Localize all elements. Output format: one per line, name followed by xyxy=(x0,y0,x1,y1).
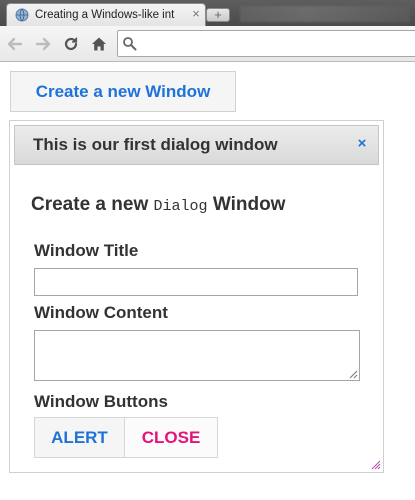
blurred-tab-area xyxy=(240,6,410,22)
browser-toolbar xyxy=(0,26,415,62)
window-content-textarea[interactable] xyxy=(34,330,360,381)
search-icon xyxy=(123,37,137,51)
window-content-label: Window Content xyxy=(34,303,168,322)
tab-close-icon[interactable]: × xyxy=(189,7,203,21)
alert-button[interactable]: ALERT xyxy=(35,418,125,457)
dialog-titlebar[interactable]: This is our first dialog window × xyxy=(14,125,379,165)
resize-grip-icon[interactable] xyxy=(370,459,381,470)
browser-tabstrip: Creating a Windows-like int × + xyxy=(0,0,415,26)
window-title-input[interactable] xyxy=(34,268,358,296)
new-tab-icon: + xyxy=(214,7,222,22)
create-window-button[interactable]: Create a new Window xyxy=(10,71,236,112)
new-tab-button[interactable]: + xyxy=(206,7,230,22)
reload-icon[interactable] xyxy=(62,35,80,53)
arrow-left-icon[interactable] xyxy=(6,35,24,53)
dialog-title: This is our first dialog window xyxy=(33,135,278,154)
form-heading-code: Dialog xyxy=(153,198,208,215)
close-icon[interactable]: × xyxy=(355,136,369,151)
textarea-resize-icon[interactable] xyxy=(348,369,358,379)
window-buttons-group: ALERT CLOSE xyxy=(34,417,218,458)
close-button[interactable]: CLOSE xyxy=(125,418,217,457)
form-heading-suffix: Window xyxy=(212,194,286,215)
address-bar[interactable] xyxy=(117,30,415,57)
home-icon[interactable] xyxy=(90,35,108,53)
dialog-window: This is our first dialog window × Create… xyxy=(9,120,384,473)
globe-icon xyxy=(15,8,29,22)
form-heading-prefix: Create a new xyxy=(31,194,149,215)
window-buttons-label: Window Buttons xyxy=(34,392,168,411)
form-heading: Create a new Dialog Window xyxy=(31,193,285,217)
tab-title: Creating a Windows-like int xyxy=(35,9,175,21)
browser-tab[interactable]: Creating a Windows-like int × xyxy=(6,3,206,26)
arrow-right-icon[interactable] xyxy=(34,35,52,53)
window-title-label: Window Title xyxy=(34,241,139,260)
